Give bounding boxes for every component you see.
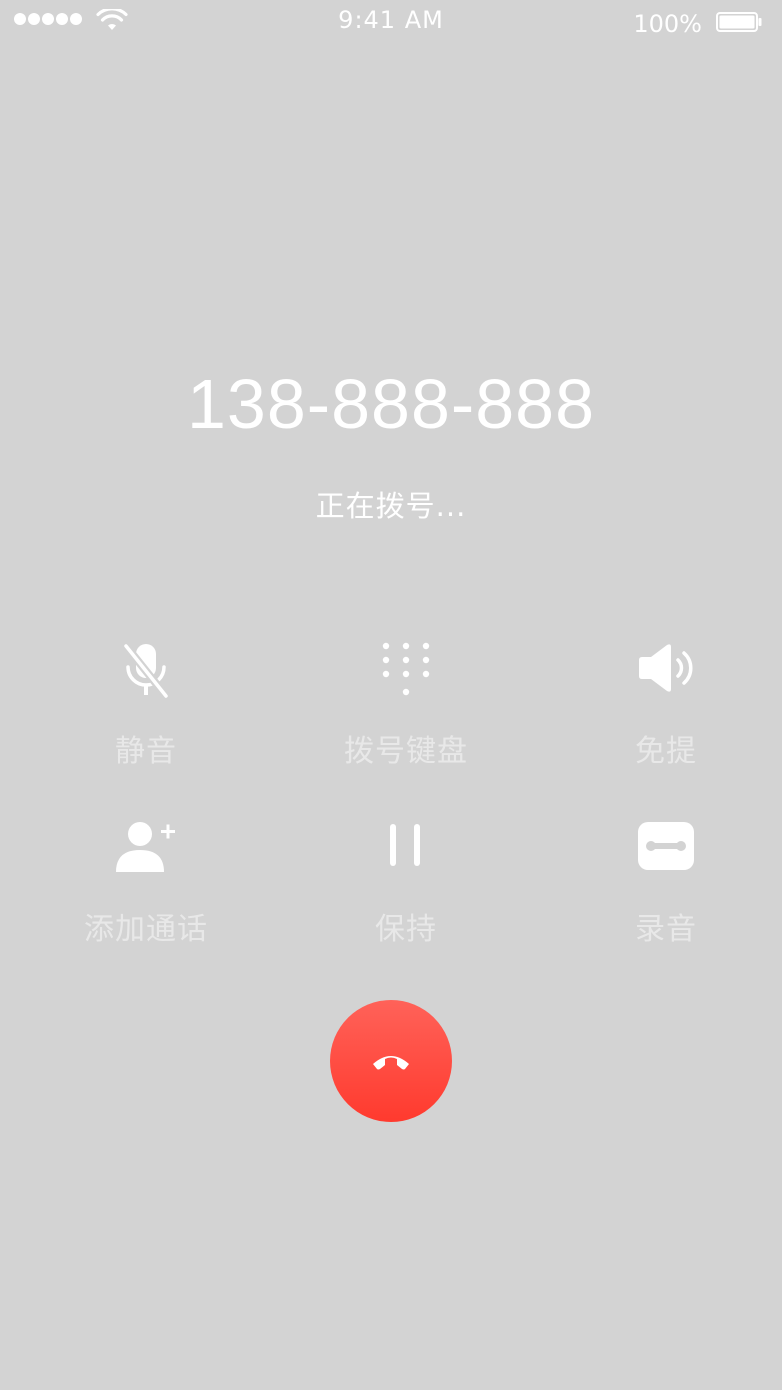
record-label: 录音 bbox=[635, 912, 697, 947]
speaker-label: 免提 bbox=[635, 734, 697, 769]
add-call-label: 添加通话 bbox=[84, 912, 208, 947]
add-call-button[interactable]: 添加通话 bbox=[36, 818, 256, 968]
keypad-label: 拨号键盘 bbox=[344, 734, 468, 769]
end-call-button[interactable] bbox=[330, 1000, 452, 1122]
mute-mic-icon bbox=[122, 643, 170, 699]
phone-number: 138-888-888 bbox=[187, 365, 595, 443]
hold-button[interactable]: 保持 bbox=[296, 818, 516, 968]
status-bar: 9:41 AM 100% bbox=[0, 0, 782, 44]
pause-icon bbox=[390, 824, 420, 866]
speaker-button[interactable]: 免提 bbox=[556, 640, 776, 790]
add-call-icon bbox=[116, 822, 175, 872]
record-icon bbox=[638, 822, 694, 870]
call-status: 正在拨号... bbox=[315, 489, 467, 523]
mute-label: 静音 bbox=[115, 734, 177, 769]
keypad-icon bbox=[382, 642, 430, 696]
record-button[interactable]: 录音 bbox=[556, 818, 776, 968]
hold-label: 保持 bbox=[375, 912, 437, 947]
battery-full-icon bbox=[716, 12, 762, 32]
battery-percent: 100% bbox=[633, 10, 702, 38]
speaker-icon bbox=[639, 644, 693, 692]
mute-button[interactable]: 静音 bbox=[36, 640, 256, 790]
keypad-button[interactable]: 拨号键盘 bbox=[296, 640, 516, 790]
end-call-icon bbox=[373, 1056, 409, 1070]
